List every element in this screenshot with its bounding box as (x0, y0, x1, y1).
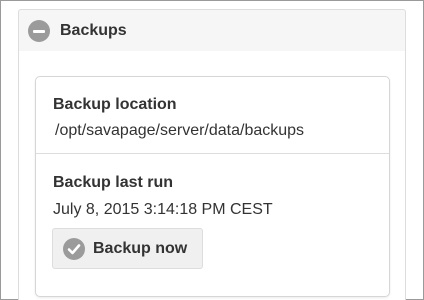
backup-now-button[interactable]: Backup now (52, 228, 203, 269)
section-title: Backups (60, 22, 127, 39)
divider (36, 153, 389, 154)
backup-last-run-label: Backup last run (53, 174, 174, 191)
backup-info-card: Backup location /opt/savapage/server/dat… (35, 76, 390, 297)
backup-location-label: Backup location (53, 96, 177, 113)
backup-now-label: Backup now (93, 240, 188, 257)
check-icon (63, 238, 85, 260)
backups-section-content: Backup location /opt/savapage/server/dat… (18, 51, 406, 300)
backup-last-run-value: July 8, 2015 3:14:18 PM CEST (53, 201, 273, 218)
backups-section-header[interactable]: Backups (18, 9, 406, 52)
minus-icon (28, 20, 50, 42)
backup-location-value: /opt/savapage/server/data/backups (55, 122, 305, 139)
backups-collapsible: Backups Backup location /opt/savapage/se… (18, 9, 406, 300)
